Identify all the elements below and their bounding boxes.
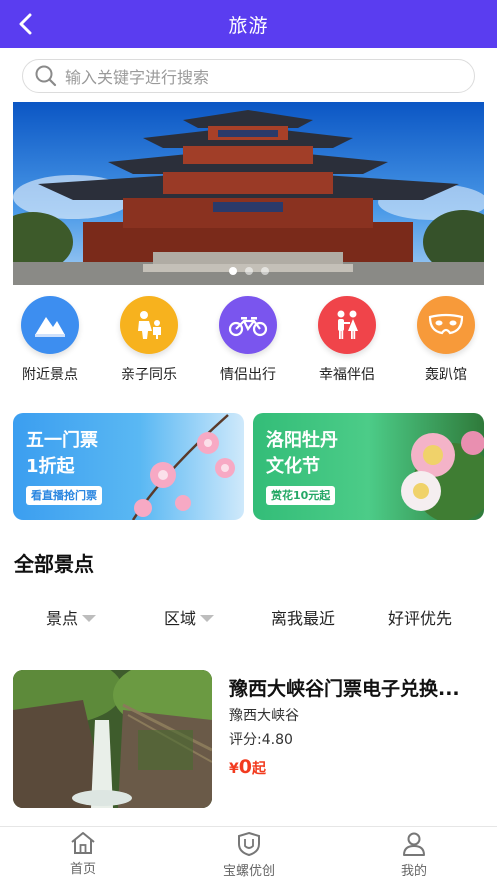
price-value: 0: [238, 756, 252, 778]
search-icon: [33, 63, 59, 89]
banner-carousel[interactable]: [13, 102, 484, 285]
page-title: 旅游: [228, 14, 269, 37]
tandem-bike-icon: [219, 296, 277, 354]
app-header: 旅游: [0, 0, 497, 48]
shield-icon: [238, 831, 260, 857]
chevron-left-icon: [19, 13, 32, 35]
filter-label: 好评优先: [388, 609, 453, 628]
listing-price: ¥ 0 起: [229, 756, 266, 778]
promo-title-line2: 文化节: [266, 456, 320, 477]
parent-child-icon: [120, 296, 178, 354]
promo-card-peony[interactable]: 洛阳牡丹 文化节 赏花10元起: [253, 413, 484, 520]
list-item[interactable]: 豫西大峡谷门票电子兑换... 豫西大峡谷 评分:4.80 ¥ 0 起: [13, 670, 488, 808]
filter-label: 景点: [46, 609, 79, 628]
carousel-indicator: [13, 267, 484, 275]
promo-title-line2: 1折起: [26, 456, 75, 477]
category-family[interactable]: 亲子同乐: [107, 296, 191, 384]
category-couple-trip[interactable]: 情侣出行: [206, 296, 290, 384]
tab-home[interactable]: 首页: [23, 831, 143, 877]
carousel-dot[interactable]: [244, 267, 253, 275]
promo-title-line1: 五一门票: [26, 430, 98, 451]
tab-label: 我的: [400, 864, 427, 879]
filter-region[interactable]: 区域: [164, 605, 215, 629]
category-label: 附近景点: [22, 367, 78, 383]
couple-icon: [318, 296, 376, 354]
carousel-dot[interactable]: [228, 267, 237, 275]
search-input[interactable]: 输入关键字进行搜索: [22, 59, 475, 93]
filter-scenic[interactable]: 景点: [46, 605, 97, 629]
mountain-icon: [21, 296, 79, 354]
caret-down-icon: [82, 614, 97, 622]
promo-button[interactable]: 看直播抢门票: [26, 486, 102, 505]
category-label: 轰趴馆: [425, 367, 467, 383]
user-icon: [403, 832, 425, 856]
category-row: 附近景点 亲子同乐 情侣出行 幸福伴侣 轰趴馆: [0, 296, 497, 388]
tab-mine[interactable]: 我的: [354, 831, 474, 879]
category-partner[interactable]: 幸福伴侣: [305, 296, 389, 384]
category-label: 情侣出行: [220, 367, 276, 383]
search-placeholder: 输入关键字进行搜索: [65, 68, 210, 87]
category-label: 幸福伴侣: [319, 367, 375, 383]
tab-label: 宝螺优创: [222, 864, 275, 879]
filter-label: 区域: [164, 609, 197, 628]
promo-title-line1: 洛阳牡丹: [266, 430, 338, 451]
listing-rating: 评分:4.80: [229, 732, 293, 748]
promo-card-ticket[interactable]: 五一门票 1折起 看直播抢门票: [13, 413, 244, 520]
back-button[interactable]: [10, 8, 42, 40]
bottom-tab-bar: 首页 宝螺优创 我的: [0, 826, 497, 883]
promo-button[interactable]: 赏花10元起: [266, 486, 336, 505]
filter-bar: 景点 区域 离我最近 好评优先: [0, 605, 497, 635]
tab-baoluo[interactable]: 宝螺优创: [189, 831, 309, 879]
tab-label: 首页: [69, 862, 96, 877]
filter-nearest[interactable]: 离我最近: [271, 605, 335, 629]
caret-down-icon: [200, 614, 215, 622]
section-title: 全部景点: [14, 552, 94, 576]
price-suffix: 起: [251, 761, 266, 777]
pagoda-image: [13, 102, 484, 285]
filter-top-rated[interactable]: 好评优先: [388, 605, 452, 629]
category-label: 亲子同乐: [121, 367, 177, 383]
filter-label: 离我最近: [271, 609, 336, 628]
listing-location: 豫西大峡谷: [229, 708, 299, 724]
listing-title[interactable]: 豫西大峡谷门票电子兑换...: [229, 674, 488, 701]
home-icon: [71, 832, 95, 854]
price-symbol: ¥: [229, 761, 239, 777]
party-mask-icon: [417, 296, 475, 354]
category-nearby[interactable]: 附近景点: [8, 296, 92, 384]
canyon-thumbnail: [13, 670, 212, 808]
category-party[interactable]: 轰趴馆: [404, 296, 488, 384]
carousel-dot[interactable]: [260, 267, 269, 275]
